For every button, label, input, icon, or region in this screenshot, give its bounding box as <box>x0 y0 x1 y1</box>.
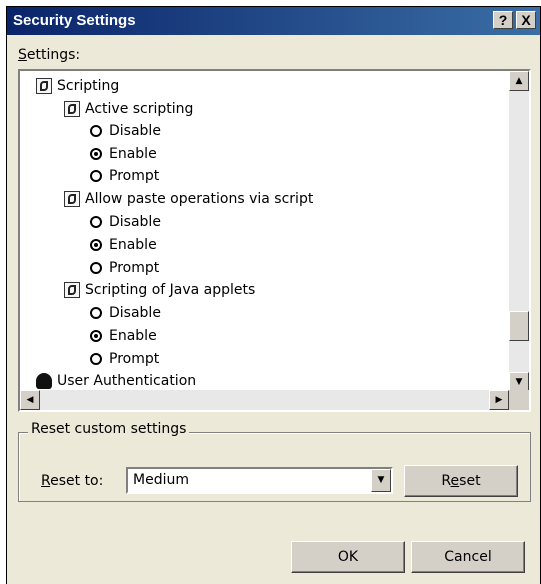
ok-button[interactable]: OK <box>291 541 405 573</box>
tree-item-active-scripting[interactable]: Active scripting <box>64 98 193 120</box>
radio-button[interactable] <box>90 262 102 274</box>
radio-java-applets-enable[interactable]: Enable <box>90 325 157 347</box>
radio-label: Disable <box>109 123 161 139</box>
radio-button[interactable] <box>90 170 102 182</box>
security-settings-dialog: Security Settings ? X Settings: Scriptin… <box>6 6 541 584</box>
radio-button-selected[interactable] <box>90 148 102 160</box>
radio-active-scripting-prompt[interactable]: Prompt <box>90 165 159 187</box>
tree-item-user-authentication[interactable]: User Authentication <box>36 370 196 392</box>
help-button[interactable]: ? <box>493 11 513 29</box>
settings-label-text: ettings: <box>26 47 81 63</box>
radio-java-applets-prompt[interactable]: Prompt <box>90 348 159 370</box>
radio-active-scripting-enable[interactable]: Enable <box>90 143 157 165</box>
scroll-up-button[interactable]: ▲ <box>509 71 529 91</box>
script-icon <box>64 101 80 117</box>
cancel-button[interactable]: Cancel <box>411 541 525 573</box>
settings-label: Settings: <box>18 47 80 63</box>
reset-group-label: Reset custom settings <box>28 421 190 437</box>
radio-label: Disable <box>109 305 161 321</box>
window-title: Security Settings <box>13 12 136 29</box>
tree-item-label: Scripting <box>57 78 120 94</box>
settings-label-accesskey: S <box>18 47 27 63</box>
reset-btn-accesskey: e <box>450 473 460 489</box>
tree-item-allow-paste[interactable]: Allow paste operations via script <box>64 188 313 210</box>
vertical-scrollbar[interactable]: ▲ ▼ <box>509 71 529 392</box>
radio-label: Prompt <box>109 260 160 276</box>
reset-btn-pre: R <box>441 473 451 489</box>
radio-button[interactable] <box>90 307 102 319</box>
script-icon <box>64 282 80 298</box>
radio-allow-paste-enable[interactable]: Enable <box>90 234 157 256</box>
dropdown-value: Medium <box>133 472 189 488</box>
radio-button-selected[interactable] <box>90 330 102 342</box>
radio-allow-paste-disable[interactable]: Disable <box>90 211 161 233</box>
tree-item-label: Allow paste operations via script <box>85 191 314 207</box>
radio-button-selected[interactable] <box>90 239 102 251</box>
radio-button[interactable] <box>90 125 102 137</box>
radio-button[interactable] <box>90 216 102 228</box>
radio-active-scripting-disable[interactable]: Disable <box>90 120 161 142</box>
radio-label: Enable <box>109 328 157 344</box>
tree-item-label: Scripting of Java applets <box>85 282 256 298</box>
reset-button[interactable]: Reset <box>404 465 518 497</box>
radio-label: Prompt <box>109 168 160 184</box>
close-button[interactable]: X <box>516 11 536 29</box>
radio-java-applets-disable[interactable]: Disable <box>90 302 161 324</box>
users-icon <box>36 373 52 389</box>
reset-to-accesskey: R <box>41 473 51 489</box>
radio-label: Enable <box>109 146 157 162</box>
tree-item-java-applets[interactable]: Scripting of Java applets <box>64 279 255 301</box>
reset-to-label: Reset to: <box>41 473 103 489</box>
settings-tree-list[interactable]: Scripting Active scripting Disable Enabl… <box>18 69 531 412</box>
title-bar[interactable]: Security Settings ? X <box>7 7 540 35</box>
radio-label: Enable <box>109 237 157 253</box>
scroll-right-button[interactable]: ▶ <box>489 390 509 410</box>
dropdown-arrow-icon[interactable]: ▼ <box>371 469 391 492</box>
vertical-scroll-thumb[interactable] <box>509 311 529 341</box>
radio-button[interactable] <box>90 353 102 365</box>
script-icon <box>36 78 52 94</box>
tree-item-label: Active scripting <box>85 101 194 117</box>
horizontal-scrollbar[interactable]: ◀ ▶ <box>20 390 509 410</box>
scrollbar-corner <box>509 390 529 410</box>
reset-to-text: eset to: <box>50 473 104 489</box>
reset-btn-rest: set <box>459 473 481 489</box>
radio-allow-paste-prompt[interactable]: Prompt <box>90 257 159 279</box>
tree-item-label: User Authentication <box>57 373 197 389</box>
reset-level-dropdown[interactable]: Medium ▼ <box>126 467 393 494</box>
script-icon <box>64 191 80 207</box>
tree-item-scripting[interactable]: Scripting <box>36 75 119 97</box>
scroll-left-button[interactable]: ◀ <box>20 390 40 410</box>
scroll-down-button[interactable]: ▼ <box>509 372 529 392</box>
radio-label: Disable <box>109 214 161 230</box>
radio-label: Prompt <box>109 351 160 367</box>
